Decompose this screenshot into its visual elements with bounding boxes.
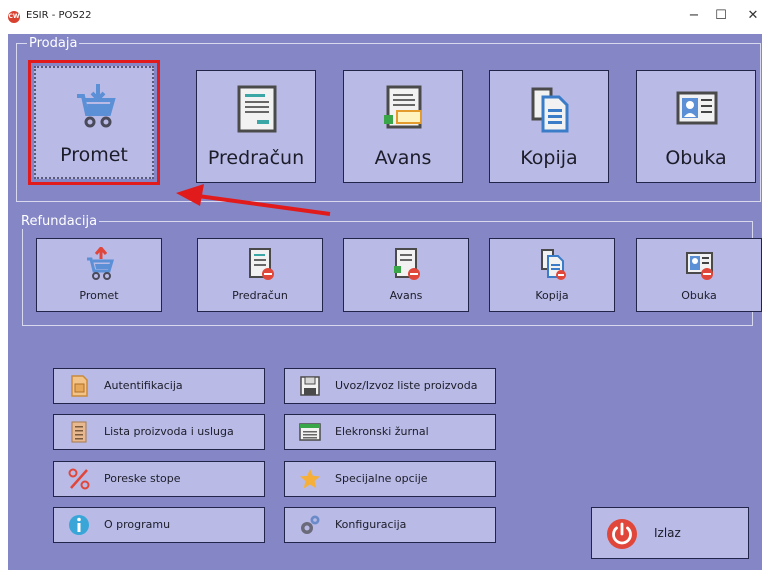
o-programu-label: O programu — [104, 518, 171, 531]
autentifikacija-button[interactable]: Autentifikacija — [53, 368, 265, 404]
refund-kopija-button[interactable]: Kopija — [489, 238, 615, 312]
lista-proizvoda-label: Lista proizvoda i usluga — [104, 425, 234, 438]
copy-icon — [531, 87, 569, 133]
specijalne-opcije-button[interactable]: Specijalne opcije — [284, 461, 496, 497]
maximize-button[interactable]: ☐ — [704, 4, 738, 28]
izlaz-button[interactable]: Izlaz — [591, 507, 749, 559]
prodaja-avans-label: Avans — [374, 147, 432, 169]
refund-avans-label: Avans — [389, 289, 423, 302]
specijalne-opcije-label: Specijalne opcije — [335, 472, 428, 485]
elektronski-zurnal-label: Elekronski žurnal — [335, 425, 429, 438]
window-title: ESIR - POS22 — [26, 10, 92, 21]
prodaja-promet-label: Promet — [60, 144, 128, 166]
elektronski-zurnal-button[interactable]: Elekronski žurnal — [284, 414, 496, 450]
floppy-icon — [300, 376, 320, 396]
autentifikacija-label: Autentifikacija — [104, 379, 183, 392]
invoice-refund-icon — [249, 248, 274, 280]
prodaja-legend: Prodaja — [29, 36, 78, 51]
prodaja-obuka-button[interactable]: Obuka — [636, 70, 756, 183]
prodaja-predracun-button[interactable]: Predračun — [196, 70, 316, 183]
refund-predracun-button[interactable]: Predračun — [197, 238, 323, 312]
lista-proizvoda-button[interactable]: Lista proizvoda i usluga — [53, 414, 265, 450]
uvoz-izvoz-button[interactable]: Uvoz/Izvoz liste proizvoda — [284, 368, 496, 404]
refund-predracun-label: Predračun — [232, 289, 288, 302]
power-icon — [607, 519, 637, 549]
cart-refund-icon — [87, 247, 114, 280]
refund-obuka-button[interactable]: Obuka — [636, 238, 762, 312]
main-panel: Prodaja Promet Predračun Avans Kopija Ob… — [8, 34, 762, 570]
poreske-stope-label: Poreske stope — [104, 472, 181, 485]
star-icon — [300, 469, 320, 489]
prodaja-kopija-button[interactable]: Kopija — [489, 70, 609, 183]
cart-icon — [77, 84, 116, 128]
refundacija-legend: Refundacija — [21, 214, 98, 229]
list-icon — [71, 421, 87, 443]
refund-avans-button[interactable]: Avans — [343, 238, 469, 312]
prodaja-kopija-label: Kopija — [520, 147, 578, 169]
info-icon — [69, 515, 89, 535]
refund-promet-label: Promet — [79, 289, 119, 302]
prodaja-avans-button[interactable]: Avans — [343, 70, 463, 183]
uvoz-izvoz-label: Uvoz/Izvoz liste proizvoda — [335, 379, 478, 392]
advance-icon — [384, 85, 422, 129]
prodaja-promet-button[interactable]: Promet — [28, 60, 160, 185]
izlaz-label: Izlaz — [654, 526, 681, 540]
poreske-stope-button[interactable]: Poreske stope — [53, 461, 265, 497]
close-button[interactable]: ✕ — [736, 4, 766, 28]
prodaja-obuka-label: Obuka — [665, 147, 727, 169]
copy-refund-icon — [541, 249, 566, 280]
invoice-icon — [237, 85, 277, 133]
konfiguracija-button[interactable]: Konfiguracija — [284, 507, 496, 543]
app-logo-icon: CW — [8, 11, 20, 23]
konfiguracija-label: Konfiguracija — [335, 518, 407, 531]
training-icon — [676, 91, 718, 125]
sim-card-icon — [71, 375, 88, 397]
refund-promet-button[interactable]: Promet — [36, 238, 162, 312]
training-refund-icon — [686, 252, 713, 280]
percent-icon — [68, 468, 90, 490]
gears-icon — [301, 515, 320, 534]
o-programu-button[interactable]: O programu — [53, 507, 265, 543]
prodaja-predracun-label: Predračun — [207, 147, 305, 169]
refund-obuka-label: Obuka — [681, 289, 717, 302]
advance-refund-icon — [394, 248, 420, 280]
title-bar: CW ESIR - POS22 − ☐ ✕ — [0, 0, 766, 34]
refund-kopija-label: Kopija — [535, 289, 569, 302]
journal-icon — [299, 423, 321, 441]
